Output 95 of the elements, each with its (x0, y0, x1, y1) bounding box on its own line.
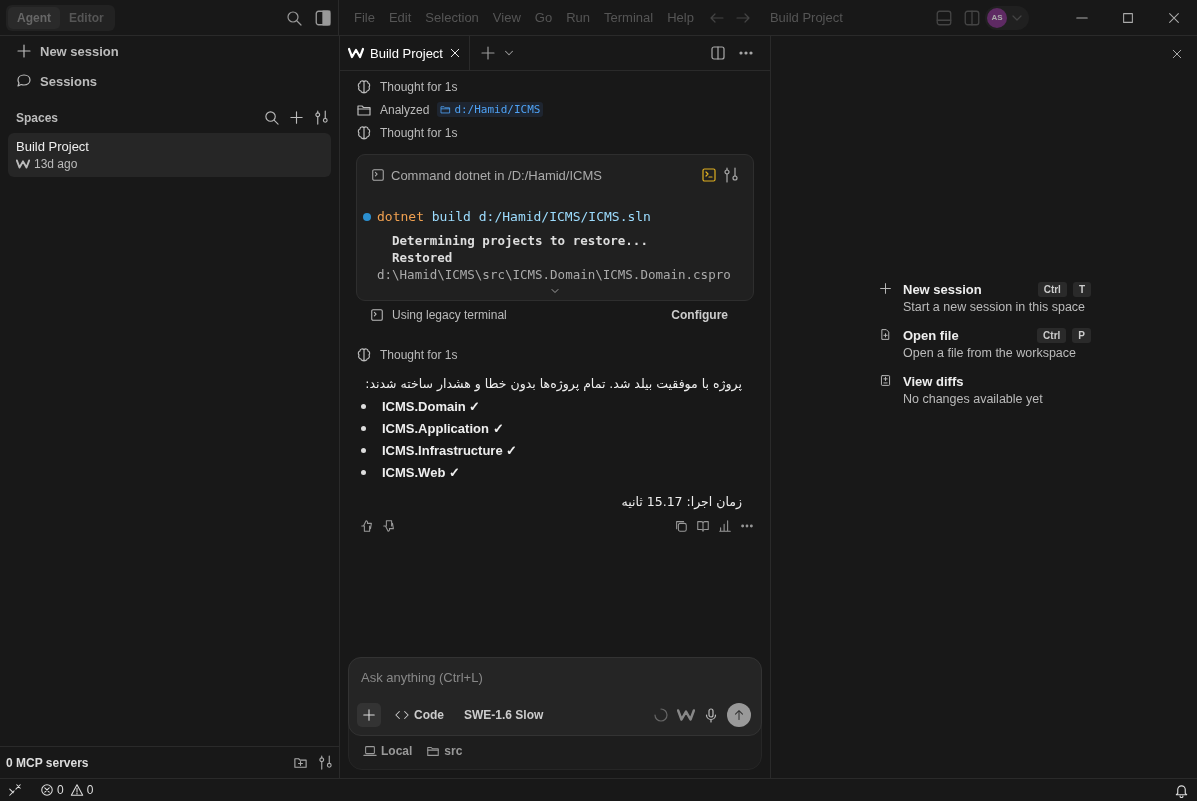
filter-icon[interactable] (314, 110, 329, 125)
file-icon (879, 328, 892, 341)
mode-button[interactable]: Code (389, 707, 450, 723)
shortcut-key: Ctrl (1037, 328, 1067, 343)
step-label: Thought for 1s (380, 79, 458, 94)
list-item: ICMS.Domain ✓ (382, 399, 481, 414)
bullet-icon (361, 448, 366, 453)
arrow-up-icon (732, 708, 746, 722)
context-chip[interactable]: src (426, 744, 463, 758)
microphone-icon[interactable] (703, 707, 719, 723)
thumbs-down-icon[interactable] (382, 519, 396, 533)
wave-logo-icon[interactable] (677, 706, 695, 724)
spinner-icon (653, 707, 669, 723)
terminal-icon (370, 308, 384, 322)
action-title[interactable]: New session (903, 282, 1038, 297)
add-button[interactable] (357, 703, 381, 727)
wave-logo-icon (16, 157, 30, 171)
warning-icon (69, 783, 84, 797)
configure-button[interactable]: Configure (665, 307, 734, 323)
send-button[interactable] (727, 703, 751, 727)
shortcut-key: T (1072, 282, 1091, 297)
input-field[interactable]: Ask anything (Ctrl+L) (361, 668, 751, 686)
panel-toggle-icon[interactable] (935, 8, 953, 27)
command-title: Command dotnet in /D:/Hamid/ICMS (391, 167, 602, 183)
folder-icon (440, 104, 452, 115)
brain-icon (356, 78, 372, 95)
wave-logo-icon (348, 45, 364, 61)
bullet-icon (361, 404, 366, 409)
shortcut-key: Ctrl (1037, 282, 1067, 297)
search-icon[interactable] (264, 110, 279, 125)
plus-icon (16, 43, 32, 59)
brain-icon (356, 124, 372, 141)
user-avatar: AS (987, 7, 1007, 28)
thumbs-up-icon[interactable] (360, 519, 374, 533)
terminal-icon[interactable] (701, 167, 717, 183)
terminal-note: Using legacy terminal (392, 308, 507, 322)
action-description: No changes available yet (903, 392, 1044, 406)
book-icon[interactable] (696, 519, 710, 533)
action-description: Open a file from the workspace (903, 346, 1077, 360)
split-view-icon[interactable] (710, 45, 726, 61)
step-label: Thought for 1s (380, 125, 458, 140)
terminal-output: d:\Hamid\ICMS\src\ICMS.Domain\ICMS.Domain.cspro (376, 266, 732, 283)
command-line: dotnet build d:/Hamid/ICMS/ICMS.sln (377, 209, 651, 224)
folder-icon (426, 744, 441, 758)
terminal-output: Determining projects to restore... Restored (391, 232, 649, 266)
action-title[interactable]: Open file (903, 328, 1038, 343)
session-time: 13d ago (34, 157, 78, 171)
code-icon (395, 708, 409, 722)
warning-count[interactable]: 0 (69, 783, 94, 797)
answer-text: پروژه با موفقیت بیلد شد. تمام پروژه‌ها بدون خطا و هشدار ساخته شدند: (364, 375, 743, 391)
plus-icon (879, 282, 892, 295)
copy-icon[interactable] (674, 519, 688, 533)
sidebar-toggle-icon[interactable] (314, 8, 332, 27)
terminal-icon (371, 168, 385, 182)
context-chip[interactable]: Local (363, 744, 413, 758)
settings-icon[interactable] (723, 167, 739, 183)
list-item: ICMS.Infrastructure ✓ (382, 443, 518, 458)
step-label: Thought for 1s (380, 347, 458, 362)
laptop-icon (363, 744, 377, 758)
shortcut-key: P (1072, 328, 1091, 343)
error-count[interactable]: 0 (40, 783, 64, 797)
action-description: Start a new session in this space (903, 300, 1087, 314)
plus-icon[interactable] (289, 110, 304, 125)
sidebar-item[interactable]: New session (0, 36, 339, 66)
bell-icon[interactable] (1174, 782, 1189, 798)
model-button[interactable]: SWE-1.6 Slow (458, 707, 550, 723)
split-toggle-icon[interactable] (963, 8, 981, 27)
step-label: Analyzed (380, 102, 430, 117)
maximize-icon[interactable] (1121, 10, 1135, 25)
close-icon[interactable] (1171, 48, 1183, 60)
chat-icon (16, 73, 32, 89)
brain-icon (356, 346, 372, 363)
action-title[interactable]: View diffs (903, 374, 1091, 389)
diff-icon (879, 374, 892, 387)
status-dot (363, 212, 371, 221)
error-icon (40, 783, 54, 797)
settings-icon[interactable] (318, 755, 333, 770)
search-icon[interactable] (286, 9, 302, 26)
account-button[interactable]: AS (985, 5, 1029, 30)
close-icon[interactable] (1167, 10, 1181, 25)
session-item[interactable]: Build Project 13d ago (8, 133, 331, 177)
remote-icon[interactable] (8, 783, 22, 797)
mcp-servers-label: 0 MCP servers (6, 755, 89, 770)
plus-icon (362, 708, 376, 722)
session-title: Build Project (16, 139, 90, 154)
list-item: ICMS.Application ✓ (382, 421, 504, 436)
path-chip[interactable]: d:/Hamid/ICMS (437, 102, 544, 117)
section-label: Spaces (16, 110, 59, 125)
bullet-icon (361, 470, 366, 475)
sidebar-item[interactable]: Sessions (0, 66, 339, 96)
runtime-text: زمان اجرا: 15.17 ثانیه (620, 493, 743, 509)
window-title: Build Project (768, 10, 844, 25)
list-item: ICMS.Web ✓ (382, 465, 460, 480)
bullet-icon (361, 426, 366, 431)
chart-icon[interactable] (718, 519, 732, 533)
